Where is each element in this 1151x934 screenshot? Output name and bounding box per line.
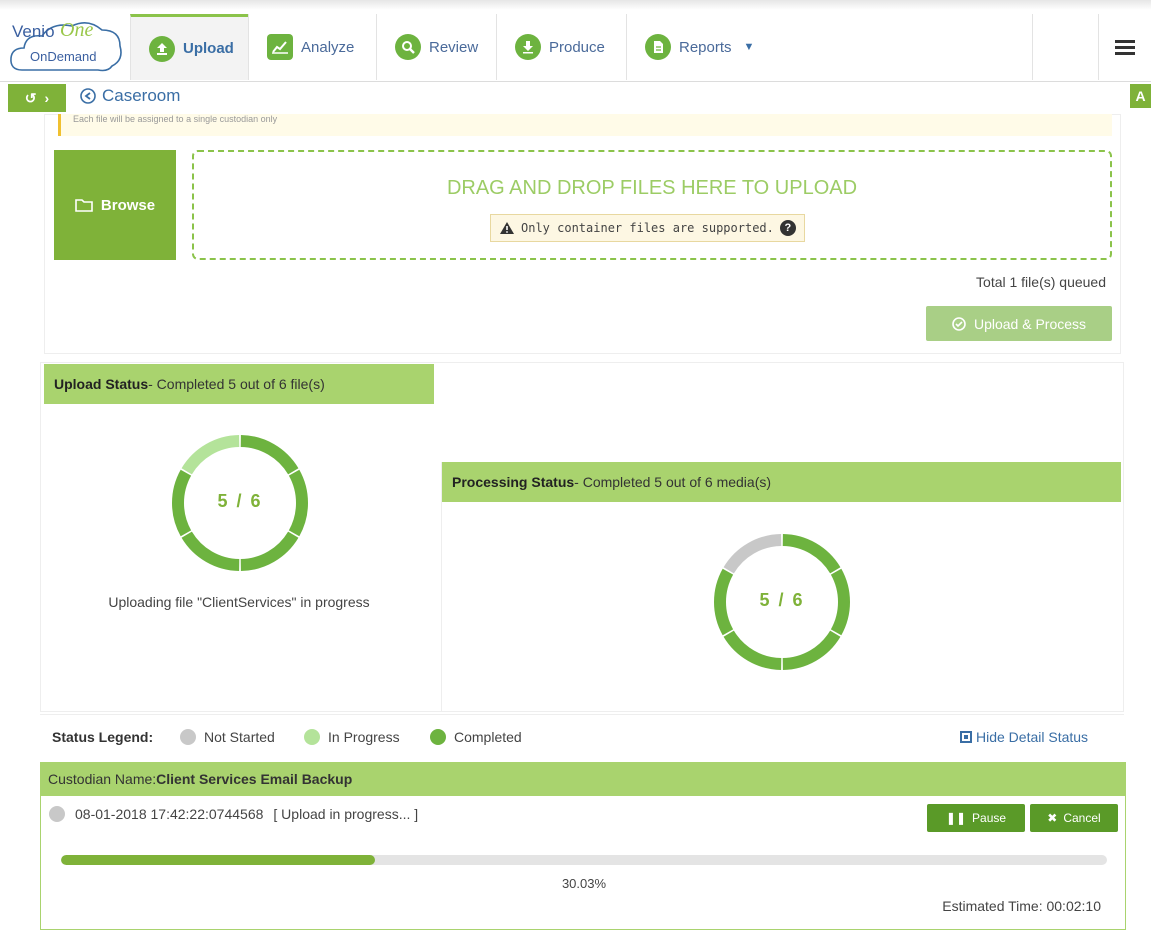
- upload-process-button[interactable]: Upload & Process: [926, 306, 1112, 341]
- download-icon: [515, 34, 541, 60]
- browse-label: Browse: [100, 196, 156, 214]
- processing-status-header: Processing Status - Completed 5 out of 6…: [442, 462, 1121, 502]
- drop-zone[interactable]: DRAG AND DROP FILES HERE TO UPLOAD Only …: [192, 150, 1112, 260]
- pause-button[interactable]: ❚❚ Pause: [927, 804, 1025, 832]
- collapse-icon: [960, 731, 972, 743]
- drop-zone-title: DRAG AND DROP FILES HERE TO UPLOAD: [446, 177, 858, 199]
- tab-reports-label: Reports: [679, 38, 732, 56]
- check-circle-icon: [952, 316, 966, 331]
- arrow-left-circle-icon: [80, 88, 96, 104]
- upload-status-title: Upload Status: [54, 376, 149, 392]
- upload-ring-label: 5 / 6: [217, 491, 263, 511]
- upload-status-header: Upload Status - Completed 5 out of 6 fil…: [44, 364, 434, 404]
- upload-progress-bar: [61, 855, 1107, 865]
- browse-button[interactable]: Browse: [54, 150, 176, 260]
- legend-completed: Completed: [430, 729, 522, 745]
- top-shadow: [0, 0, 1151, 10]
- search-icon: [395, 34, 421, 60]
- right-panel-toggle[interactable]: A: [1130, 84, 1151, 108]
- status-legend: Status Legend: Not Started In Progress C…: [40, 714, 1124, 760]
- history-icon: ↺: [24, 89, 37, 106]
- upload-message: Uploading file "ClientServices" in progr…: [108, 594, 370, 610]
- brand-name-ondemand: OnDemand: [30, 49, 97, 64]
- tab-upload[interactable]: Upload: [130, 14, 248, 80]
- help-icon[interactable]: ?: [779, 220, 796, 236]
- custodian-warning: Each file will be assigned to a single c…: [58, 114, 1112, 136]
- nav-spacer: [1032, 14, 1098, 80]
- tab-analyze[interactable]: Analyze: [248, 14, 376, 80]
- custodian-job: 08-01-2018 17:42:22:0744568 [ Upload in …: [40, 796, 1126, 930]
- chevron-down-icon: ▼: [743, 41, 755, 53]
- caseroom-back-link[interactable]: Caseroom: [80, 86, 180, 106]
- tab-produce[interactable]: Produce: [496, 14, 626, 80]
- legend-label: Status Legend:: [52, 729, 154, 745]
- queued-count: Total 1 file(s) queued: [976, 274, 1106, 290]
- warning-icon: [500, 222, 514, 234]
- processing-ring-label: 5 / 6: [759, 590, 805, 610]
- processing-status-subtitle: - Completed 5 out of 6 media(s): [574, 474, 772, 490]
- upload-ring-segment: [181, 531, 240, 571]
- cancel-button[interactable]: ✖ Cancel: [1030, 804, 1118, 832]
- legend-completed-dot: [430, 729, 446, 745]
- upload-ring-segment: [240, 435, 299, 475]
- caseroom-label: Caseroom: [102, 86, 181, 105]
- job-line: 08-01-2018 17:42:22:0744568 [ Upload in …: [49, 806, 418, 822]
- upload-status-subtitle: - Completed 5 out of 6 file(s): [148, 376, 325, 392]
- hamburger-icon: [1115, 37, 1135, 58]
- legend-in-progress-label: In Progress: [328, 729, 400, 745]
- estimated-time: Estimated Time: 00:02:10: [942, 898, 1101, 914]
- processing-ring-segment: [723, 630, 782, 670]
- tab-review[interactable]: Review: [376, 14, 496, 80]
- custodian-label: Custodian Name:: [48, 771, 157, 787]
- upload-ring-segment: [181, 435, 240, 475]
- job-id: 08-01-2018 17:42:22:0744568: [75, 806, 264, 822]
- legend-not-started: Not Started: [180, 729, 275, 745]
- upload-progress-fill: [61, 855, 376, 865]
- tab-reports[interactable]: Reports ▼: [626, 14, 1032, 80]
- legend-in-progress: In Progress: [304, 729, 400, 745]
- tab-produce-label: Produce: [549, 38, 605, 56]
- brand-name-one: One: [60, 19, 94, 41]
- pause-label: Pause: [972, 811, 1007, 825]
- chevron-right-icon: ›: [44, 90, 50, 106]
- supported-files-note: Only container files are supported. ?: [490, 214, 805, 242]
- upload-process-label: Upload & Process: [973, 315, 1087, 332]
- hide-detail-label: Hide Detail Status: [976, 729, 1089, 745]
- folder-icon: [75, 199, 93, 212]
- job-state: [ Upload in progress... ]: [273, 806, 419, 822]
- legend-completed-label: Completed: [454, 729, 522, 745]
- tab-analyze-label: Analyze: [301, 38, 355, 56]
- history-toggle-button[interactable]: ↺ ›: [8, 84, 66, 112]
- brand-logo[interactable]: Venio One OnDemand: [8, 16, 126, 76]
- legend-in-progress-dot: [304, 729, 320, 745]
- processing-ring-segment: [782, 630, 841, 670]
- legend-not-started-dot: [180, 729, 196, 745]
- close-icon: ✖: [1047, 811, 1058, 825]
- supported-files-text: Only container files are supported.: [521, 221, 774, 235]
- top-navigation: Venio One OnDemand Upload Analyze Review…: [0, 0, 1151, 82]
- cancel-label: Cancel: [1063, 811, 1101, 825]
- chart-icon: [267, 34, 293, 60]
- processing-status-title: Processing Status: [452, 474, 575, 490]
- tab-upload-label: Upload: [183, 40, 234, 57]
- pause-icon: ❚❚: [945, 811, 967, 825]
- hide-detail-status-link[interactable]: Hide Detail Status: [960, 729, 1088, 745]
- upload-icon: [149, 35, 175, 62]
- document-icon: [645, 34, 671, 60]
- progress-percent: 30.03%: [561, 876, 607, 891]
- custodian-name: Client Services Email Backup: [156, 771, 353, 787]
- processing-ring-segment: [782, 534, 841, 574]
- processing-ring-segment: [723, 534, 782, 574]
- job-status-dot: [49, 806, 65, 822]
- custodian-header: Custodian Name: Client Services Email Ba…: [40, 762, 1126, 796]
- tab-review-label: Review: [429, 38, 479, 56]
- upload-ring-segment: [240, 531, 299, 571]
- legend-not-started-label: Not Started: [204, 729, 275, 745]
- hamburger-menu-button[interactable]: [1098, 14, 1151, 80]
- brand-name-venio: Venio: [12, 22, 55, 41]
